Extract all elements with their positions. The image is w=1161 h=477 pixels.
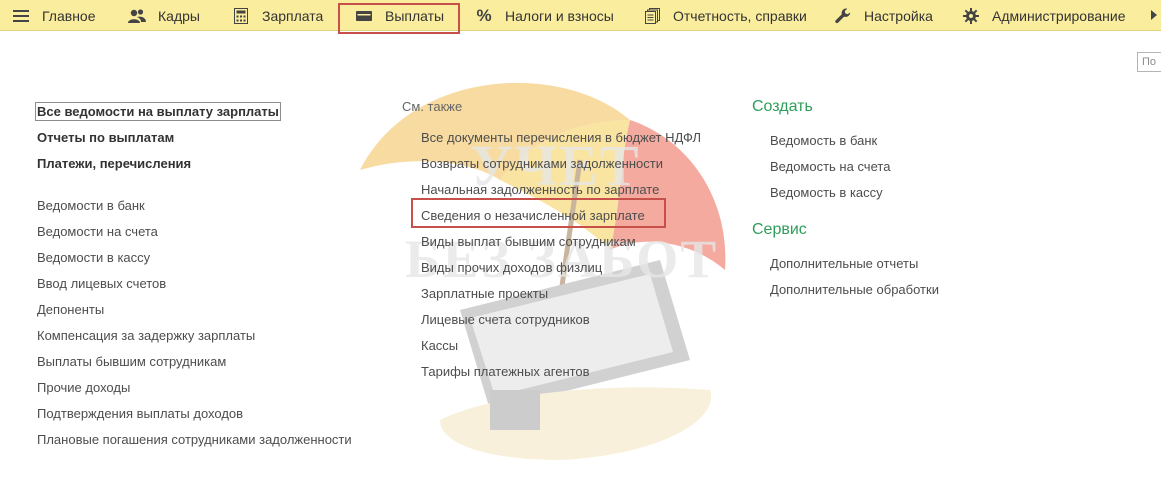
link-create-cash-statement[interactable]: Ведомость в кассу: [770, 185, 883, 200]
link-uncredited-salary-info[interactable]: Сведения о незачисленной зарплате: [421, 208, 645, 223]
nav-payments[interactable]: Выплаты: [355, 0, 444, 31]
link-income-payment-confirmations[interactable]: Подтверждения выплаты доходов: [37, 406, 243, 421]
link-salary-projects[interactable]: Зарплатные проекты: [421, 286, 548, 301]
link-account-statements[interactable]: Ведомости на счета: [37, 224, 158, 239]
nav-settings-label: Настройка: [864, 7, 933, 24]
link-payment-reports[interactable]: Отчеты по выплатам: [37, 130, 174, 145]
nav-administration[interactable]: Администрирование: [962, 0, 1126, 31]
nav-salary[interactable]: Зарплата: [232, 0, 323, 31]
nav-personnel-label: Кадры: [158, 7, 200, 24]
create-section-title: Создать: [752, 98, 813, 115]
link-cash-statements[interactable]: Ведомости в кассу: [37, 250, 150, 265]
link-cash-desks[interactable]: Кассы: [421, 338, 458, 353]
calculator-icon: [232, 7, 250, 25]
percent-icon: %: [476, 5, 492, 25]
triangle-right-icon: [1151, 7, 1157, 25]
link-additional-reports[interactable]: Дополнительные отчеты: [770, 256, 918, 271]
link-payments-transfers[interactable]: Платежи, перечисления: [37, 156, 191, 171]
nav-taxes-label: Налоги и взносы: [505, 7, 614, 24]
nav-settings[interactable]: Настройка: [834, 0, 933, 31]
documents-icon: [643, 7, 661, 25]
link-initial-salary-debt[interactable]: Начальная задолженность по зарплате: [421, 182, 659, 197]
service-section-title: Сервис: [752, 221, 807, 238]
search-input[interactable]: По: [1137, 52, 1161, 72]
nav-salary-label: Зарплата: [262, 7, 324, 24]
nav-main[interactable]: Главное: [12, 0, 96, 31]
link-all-payment-statements[interactable]: Все ведомости на выплату зарплаты: [35, 102, 281, 121]
nav-reports[interactable]: Отчетность, справки: [643, 0, 807, 31]
nav-main-label: Главное: [42, 7, 96, 24]
link-depositors[interactable]: Депоненты: [37, 302, 104, 317]
scroll-right-button[interactable]: [1147, 0, 1161, 31]
link-debt-returns[interactable]: Возвраты сотрудниками задолженности: [421, 156, 663, 171]
hamburger-menu-icon: [12, 7, 30, 25]
link-bank-statements[interactable]: Ведомости в банк: [37, 198, 145, 213]
see-also-caption: См. также: [402, 99, 463, 114]
link-payment-agent-tariffs[interactable]: Тарифы платежных агентов: [421, 364, 590, 379]
nav-personnel[interactable]: Кадры: [128, 0, 200, 31]
nav-administration-label: Администрирование: [992, 7, 1126, 24]
link-planned-debt-repayments[interactable]: Плановые погашения сотрудниками задолжен…: [37, 432, 352, 447]
link-create-account-statement[interactable]: Ведомость на счета: [770, 159, 890, 174]
link-delay-compensation[interactable]: Компенсация за задержку зарплаты: [37, 328, 255, 343]
nav-payments-label: Выплаты: [385, 7, 445, 24]
link-create-bank-statement[interactable]: Ведомость в банк: [770, 133, 877, 148]
link-former-employee-payment-types[interactable]: Виды выплат бывшим сотрудникам: [421, 234, 636, 249]
link-ndfl-transfer-documents[interactable]: Все документы перечисления в бюджет НДФЛ: [421, 130, 701, 145]
link-other-income[interactable]: Прочие доходы: [37, 380, 130, 395]
section-panel: Главное Кадры Зарплата Выплаты % Налоги …: [0, 0, 1161, 31]
nav-reports-label: Отчетность, справки: [673, 7, 807, 24]
gear-icon: [962, 7, 980, 25]
nav-taxes[interactable]: % Налоги и взносы: [475, 0, 614, 31]
link-other-income-types[interactable]: Виды прочих доходов физлиц: [421, 260, 602, 275]
link-additional-processing[interactable]: Дополнительные обработки: [770, 282, 939, 297]
wallet-icon: [355, 7, 373, 25]
link-former-employee-payments[interactable]: Выплаты бывшим сотрудникам: [37, 354, 226, 369]
link-employee-accounts[interactable]: Лицевые счета сотрудников: [421, 312, 590, 327]
wrench-icon: [834, 7, 852, 25]
people-icon: [128, 7, 146, 25]
link-personal-accounts-entry[interactable]: Ввод лицевых счетов: [37, 276, 166, 291]
